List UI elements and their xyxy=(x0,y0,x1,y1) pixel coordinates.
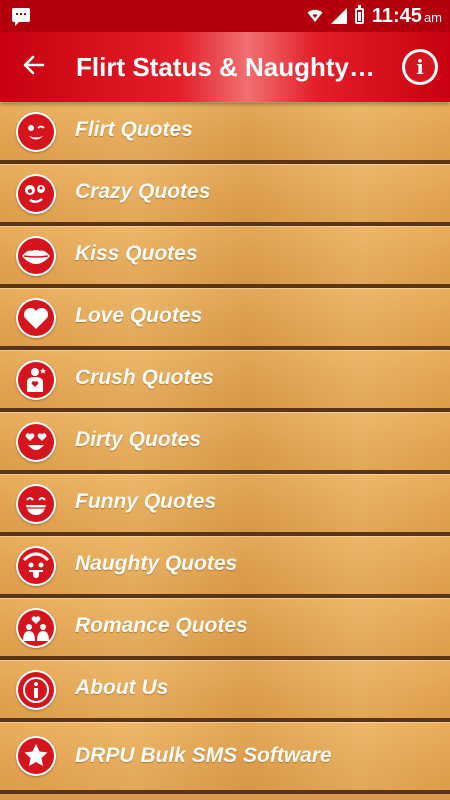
list-item-drpu-bulk-sms[interactable]: DRPU Bulk SMS Software xyxy=(0,722,450,794)
list-item-label: About Us xyxy=(75,676,169,699)
list-item-label: Crazy Quotes xyxy=(75,180,211,203)
signal-icon xyxy=(330,8,347,24)
heart-eyes-face-icon xyxy=(16,422,56,462)
list-item-label: Crush Quotes xyxy=(75,366,214,389)
list-item-label: Dirty Quotes xyxy=(75,428,202,451)
back-button[interactable] xyxy=(18,52,50,82)
status-bar: 11:45 am xyxy=(0,0,450,32)
tongue-face-icon xyxy=(16,546,56,586)
romance-couple-icon xyxy=(16,608,56,648)
message-icon xyxy=(12,8,30,26)
list-item-crush-quotes[interactable]: Crush Quotes xyxy=(0,350,450,412)
status-icons: 11:45 am xyxy=(307,4,442,28)
list-item-crazy-quotes[interactable]: Crazy Quotes xyxy=(0,164,450,226)
info-icon xyxy=(16,670,56,710)
kiss-lips-icon xyxy=(16,236,56,276)
list-item-funny-quotes[interactable]: Funny Quotes xyxy=(0,474,450,536)
list-item-label: Romance Quotes xyxy=(75,614,248,637)
flirt-face-icon xyxy=(16,112,56,152)
heart-icon xyxy=(16,298,56,338)
star-icon xyxy=(16,736,56,776)
quotes-category-list: Flirt Quotes Crazy Quotes Kiss Quotes Lo… xyxy=(0,102,450,800)
list-item-label: Love Quotes xyxy=(75,304,203,327)
clock-time: 11:45 xyxy=(371,4,422,27)
crazy-face-icon xyxy=(16,174,56,214)
grin-face-icon xyxy=(16,484,56,524)
battery-icon xyxy=(354,5,364,24)
list-item-about-us[interactable]: About Us xyxy=(0,660,450,722)
clock-ampm: am xyxy=(423,9,442,25)
crush-person-icon xyxy=(16,360,56,400)
list-item-label: Kiss Quotes xyxy=(75,242,198,265)
info-icon: i xyxy=(405,52,435,82)
status-clock: 11:45 am xyxy=(372,5,442,28)
list-item-romance-quotes[interactable]: Romance Quotes xyxy=(0,598,450,660)
page-title: Flirt Status & Naughty… xyxy=(76,52,376,82)
list-item-label: Naughty Quotes xyxy=(75,552,238,575)
list-item-label: DRPU Bulk SMS Software xyxy=(75,744,332,767)
back-arrow-icon xyxy=(23,55,45,75)
list-item-label: Flirt Quotes xyxy=(75,118,193,141)
list-item-flirt-quotes[interactable]: Flirt Quotes xyxy=(0,102,450,164)
wifi-icon xyxy=(307,9,323,22)
list-item-naughty-quotes[interactable]: Naughty Quotes xyxy=(0,536,450,598)
list-item-kiss-quotes[interactable]: Kiss Quotes xyxy=(0,226,450,288)
info-button[interactable]: i xyxy=(402,49,438,85)
list-item-love-quotes[interactable]: Love Quotes xyxy=(0,288,450,350)
list-item-label: Funny Quotes xyxy=(75,490,217,513)
list-item-dirty-quotes[interactable]: Dirty Quotes xyxy=(0,412,450,474)
app-bar: Flirt Status & Naughty… i xyxy=(0,32,450,102)
